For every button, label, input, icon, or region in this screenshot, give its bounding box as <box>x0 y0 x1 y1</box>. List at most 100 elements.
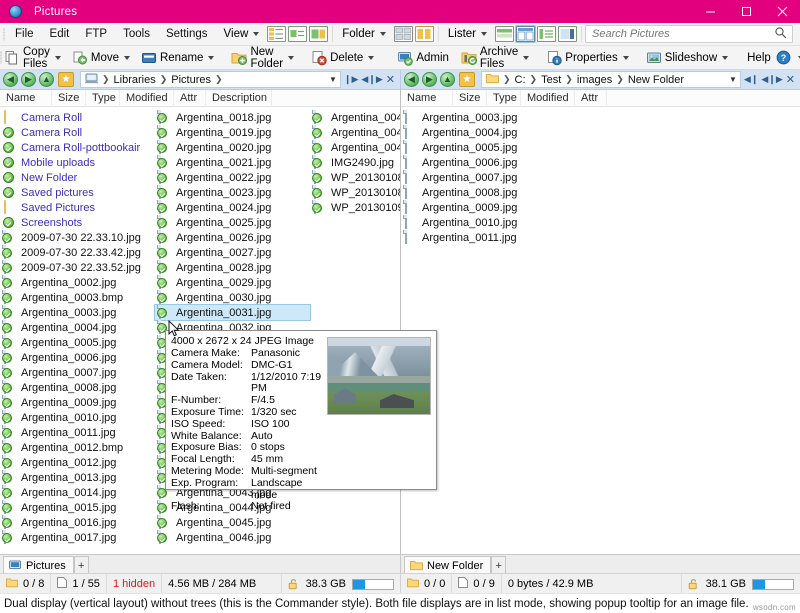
list-item[interactable]: Argentina_0025.jpg <box>155 215 310 230</box>
list-item[interactable]: Argentina_0010.jpg <box>401 215 601 230</box>
list-item[interactable]: Argentina_0010.jpg <box>0 410 155 425</box>
up-icon[interactable]: ▲ <box>39 72 54 87</box>
forward-icon[interactable]: ▶ <box>422 72 437 87</box>
folder-tree-icon[interactable] <box>393 25 414 43</box>
list-item[interactable]: Argentina_0012.bmp <box>0 440 155 455</box>
up-icon[interactable]: ▲ <box>440 72 455 87</box>
column-header-attr[interactable]: Attr <box>575 89 607 107</box>
pane-swap-icon[interactable]: ◀❙▶ <box>761 74 782 85</box>
list-item[interactable]: Saved Pictures <box>0 200 155 215</box>
list-item[interactable]: Argentina_0011.jpg <box>401 230 601 245</box>
list-item[interactable]: Argentina_0003.bmp <box>0 290 155 305</box>
list-item[interactable]: Argentina_0024.jpg <box>155 200 310 215</box>
lister-dual-vertical-icon[interactable] <box>515 25 536 43</box>
list-item[interactable]: New Folder <box>0 170 155 185</box>
column-header-attr[interactable]: Attr <box>174 89 206 107</box>
breadcrumb-chevron-down-icon[interactable]: ▼ <box>326 75 340 84</box>
list-item[interactable]: WP_20130108_003.jpg <box>310 170 400 185</box>
column-header-type[interactable]: Type <box>86 89 120 107</box>
list-item[interactable]: Argentina_0022.jpg <box>155 170 310 185</box>
folder-label[interactable]: Folder <box>336 28 377 40</box>
list-item[interactable]: Argentina_0012.jpg <box>0 455 155 470</box>
column-header-size[interactable]: Size <box>453 89 487 107</box>
list-item[interactable]: Screenshots <box>0 215 155 230</box>
list-item[interactable]: Argentina_0006.jpg <box>0 350 155 365</box>
menu-edit[interactable]: Edit <box>42 23 78 46</box>
list-item[interactable]: Argentina_0030.jpg <box>155 290 310 305</box>
help-button[interactable]: Help ? <box>743 47 800 69</box>
breadcrumb-item-new-folder[interactable]: New Folder <box>625 74 687 86</box>
list-item[interactable]: Argentina_0047.jpg <box>310 110 400 125</box>
breadcrumb-item-c[interactable]: C: <box>512 74 529 86</box>
forward-icon[interactable]: ▶ <box>21 72 36 87</box>
list-item[interactable]: Argentina_0018.jpg <box>155 110 310 125</box>
archive-files-button[interactable]: Archive Files <box>459 46 538 70</box>
list-item[interactable]: Argentina_0002.jpg <box>0 275 155 290</box>
column-header-modified[interactable]: Modified <box>120 89 174 107</box>
back-icon[interactable]: ◀ <box>3 72 18 87</box>
list-item[interactable]: Argentina_0031.jpg <box>154 304 311 321</box>
column-header-size[interactable]: Size <box>52 89 86 107</box>
lister-preview-icon[interactable] <box>557 25 578 43</box>
add-tab-button-right[interactable]: + <box>491 556 507 574</box>
list-item[interactable]: Argentina_0013.jpg <box>0 470 155 485</box>
lister-single-icon[interactable] <box>494 25 515 43</box>
move-chevron-down-icon[interactable] <box>123 55 130 60</box>
list-item[interactable]: Argentina_0007.jpg <box>401 170 601 185</box>
search-input[interactable] <box>586 28 774 40</box>
maximize-icon[interactable] <box>728 0 764 23</box>
list-view-icon[interactable] <box>287 25 308 43</box>
list-item[interactable]: Argentina_0023.jpg <box>155 185 310 200</box>
breadcrumb-chevron-down-icon[interactable]: ▼ <box>726 75 740 84</box>
breadcrumb-left[interactable]: ❯ Libraries ❯ Pictures ❯ ▼ <box>80 71 341 88</box>
list-item[interactable]: Argentina_0046.jpg <box>155 530 310 545</box>
list-item[interactable]: Argentina_0020.jpg <box>155 140 310 155</box>
back-icon[interactable]: ◀ <box>404 72 419 87</box>
search-box[interactable] <box>585 25 793 43</box>
list-item[interactable]: Argentina_0005.jpg <box>401 140 601 155</box>
list-item[interactable]: Argentina_0021.jpg <box>155 155 310 170</box>
list-item[interactable]: Camera Roll-pottbookair <box>0 140 155 155</box>
properties-button[interactable]: Properties <box>544 47 637 69</box>
list-item[interactable]: 2009-07-30 22.33.52.jpg <box>0 260 155 275</box>
pane-prev-icon[interactable]: ◀❙ <box>744 74 758 85</box>
list-item[interactable]: Argentina_0008.jpg <box>0 380 155 395</box>
list-item[interactable]: Argentina_0029.jpg <box>155 275 310 290</box>
search-icon[interactable] <box>774 26 787 42</box>
star-icon[interactable]: ★ <box>459 72 475 87</box>
breadcrumb-item-test[interactable]: Test <box>538 74 564 86</box>
tab-pictures[interactable]: Pictures <box>3 556 74 574</box>
thumbnail-view-icon[interactable] <box>308 25 329 43</box>
address-close-icon[interactable]: ✕ <box>786 73 795 86</box>
breadcrumb-item-libraries[interactable]: Libraries <box>111 74 159 86</box>
delete-button[interactable]: Delete <box>309 47 383 69</box>
folder-chevron-down-icon[interactable] <box>379 32 386 36</box>
list-item[interactable]: Argentina_0014.jpg <box>0 485 155 500</box>
list-item[interactable]: Argentina_0015.jpg <box>0 500 155 515</box>
list-item[interactable]: Argentina_0049.jpg <box>310 140 400 155</box>
minimize-icon[interactable] <box>692 0 728 23</box>
list-item[interactable]: Argentina_0026.jpg <box>155 230 310 245</box>
tab-new-folder[interactable]: New Folder <box>404 556 492 574</box>
list-item[interactable]: Argentina_0009.jpg <box>0 395 155 410</box>
details-view-icon[interactable] <box>266 25 287 43</box>
list-item[interactable]: WP_20130109_003.jpg <box>310 200 400 215</box>
move-button[interactable]: Move <box>70 47 139 69</box>
folder-dual-icon[interactable] <box>414 25 435 43</box>
menubar-grip[interactable] <box>0 23 7 46</box>
copy-files-button[interactable]: Copy Files <box>2 46 70 70</box>
column-header-modified[interactable]: Modified <box>521 89 575 107</box>
add-tab-button-left[interactable]: + <box>73 556 89 574</box>
address-close-icon[interactable]: ✕ <box>386 73 395 86</box>
list-item[interactable]: Argentina_0004.jpg <box>401 125 601 140</box>
new-folder-button[interactable]: New Folder <box>229 46 303 70</box>
slideshow-chevron-down-icon[interactable] <box>722 55 729 60</box>
list-item[interactable]: Argentina_0048.jpg <box>310 125 400 140</box>
list-item[interactable]: Argentina_0009.jpg <box>401 200 601 215</box>
breadcrumb-item-images[interactable]: images <box>574 74 615 86</box>
lister-chevron-down-icon[interactable] <box>481 32 487 36</box>
slideshow-button[interactable]: Slideshow <box>644 47 737 69</box>
list-item[interactable]: Argentina_0045.jpg <box>155 515 310 530</box>
rename-chevron-down-icon[interactable] <box>208 55 215 60</box>
list-item[interactable]: Argentina_0004.jpg <box>0 320 155 335</box>
